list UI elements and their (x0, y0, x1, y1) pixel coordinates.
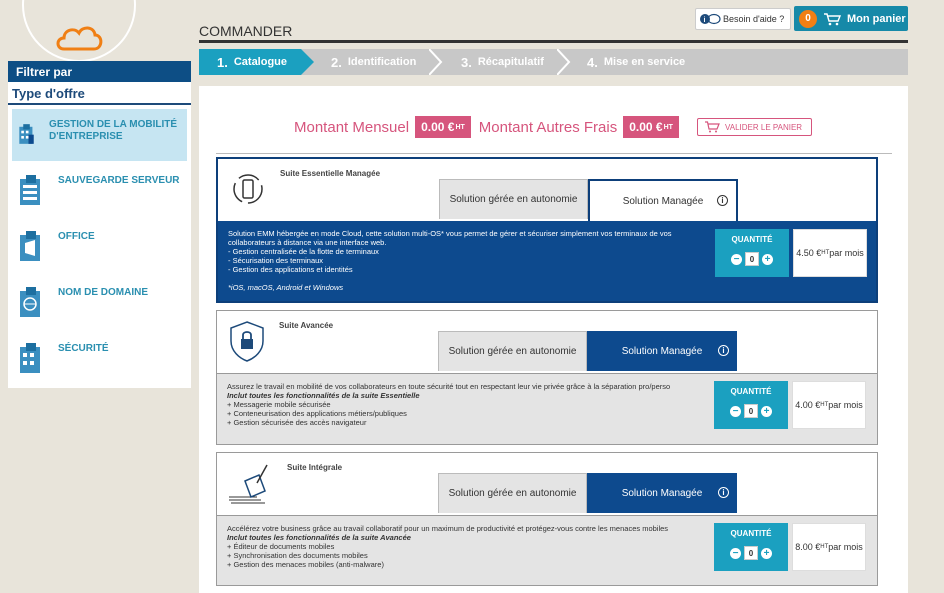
cart-button[interactable]: 0 Mon panier (794, 6, 908, 31)
product-card-avancee: Suite Avancée Solution gérée en autonomi… (216, 310, 878, 445)
step-recap[interactable]: 3. Récapitulatif (461, 49, 544, 75)
cloud-logo-icon[interactable] (54, 22, 104, 52)
sidebar-item-label: SÉCURITÉ (58, 343, 109, 354)
sidebar: Type d'offre GESTION DE LA MOBILITÉ D'EN… (8, 82, 191, 388)
help-chat-icon: i (700, 13, 721, 25)
decrement-button[interactable]: − (730, 405, 741, 417)
svg-text:i: i (704, 17, 706, 24)
sidebar-item-domain[interactable]: NOM DE DOMAINE (12, 277, 187, 329)
cart-icon (824, 12, 841, 25)
quantity-input[interactable]: 0 (744, 546, 758, 560)
product-name: Suite Essentielle Managée (280, 169, 381, 178)
tab-managed[interactable]: Solution Managée i (588, 179, 738, 221)
security-building-icon (20, 343, 40, 373)
office-building-icon (20, 231, 40, 261)
order-steps: 1. Catalogue 2. Identification 3. Récapi… (199, 49, 908, 75)
sidebar-item-mobility[interactable]: GESTION DE LA MOBILITÉ D'ENTREPRISE (12, 109, 187, 161)
product-description: Solution EMM hébergée en mode Cloud, cet… (228, 229, 672, 292)
price-box: 4.50 € HT par mois (793, 229, 867, 277)
sidebar-item-security[interactable]: SÉCURITÉ (12, 333, 187, 385)
tab-self-managed[interactable]: Solution gérée en autonomie (438, 331, 587, 371)
filter-header: Filtrer par (8, 61, 191, 82)
help-button[interactable]: i Besoin d'aide ? (695, 8, 791, 30)
offer-type-heading: Type d'offre (8, 82, 191, 105)
mobile-building-icon (19, 124, 34, 144)
step-activation[interactable]: 4. Mise en service (587, 49, 685, 75)
totals-divider (216, 153, 892, 154)
product-description: Accélérez votre business grâce au travai… (227, 524, 669, 569)
increment-button[interactable]: + (761, 405, 772, 417)
tab-managed[interactable]: Solution Managée i (587, 473, 737, 513)
totals-bar: Montant Mensuel 0.00 € HT Montant Autres … (294, 116, 687, 138)
sidebar-item-backup[interactable]: SAUVEGARDE SERVEUR (12, 165, 187, 217)
cart-icon (705, 121, 720, 133)
sidebar-item-label: NOM DE DOMAINE (58, 287, 148, 298)
product-name: Suite Avancée (279, 321, 334, 330)
product-description: Assurez le travail en mobilité de vos co… (227, 382, 671, 427)
price-box: 4.00 € HT par mois (792, 381, 866, 429)
info-icon[interactable]: i (717, 195, 728, 206)
quantity-input[interactable]: 0 (744, 404, 758, 418)
validate-cart-button[interactable]: VALIDER LE PANIER (697, 118, 812, 136)
quantity-box: QUANTITÉ − 0 + (714, 523, 788, 571)
sidebar-item-label: GESTION DE LA MOBILITÉ D'ENTREPRISE (49, 119, 178, 142)
info-icon[interactable]: i (718, 345, 729, 356)
quantity-box: QUANTITÉ − 0 + (714, 381, 788, 429)
cart-label: Mon panier (847, 12, 906, 25)
mobile-sync-icon (233, 174, 263, 204)
monthly-total-label: Montant Mensuel (294, 118, 410, 136)
info-icon[interactable]: i (718, 487, 729, 498)
step-catalogue[interactable]: 1. Catalogue (199, 49, 314, 75)
price-box: 8.00 € HT par mois (792, 523, 866, 571)
cart-count-badge: 0 (799, 9, 817, 28)
server-building-icon (20, 175, 40, 205)
decrement-button[interactable]: − (731, 253, 742, 265)
tab-self-managed[interactable]: Solution gérée en autonomie (439, 179, 588, 219)
sidebar-item-office[interactable]: OFFICE (12, 221, 187, 273)
quantity-box: QUANTITÉ − 0 + (715, 229, 789, 277)
catalogue-panel: Montant Mensuel 0.00 € HT Montant Autres … (199, 86, 908, 593)
quantity-input[interactable]: 0 (745, 252, 759, 266)
document-sign-icon (229, 464, 268, 504)
step-separator (557, 49, 571, 75)
increment-button[interactable]: + (761, 547, 772, 559)
tab-managed[interactable]: Solution Managée i (587, 331, 737, 371)
globe-building-icon (20, 287, 40, 317)
tab-self-managed[interactable]: Solution gérée en autonomie (438, 473, 587, 513)
step-separator (429, 49, 443, 75)
title-divider (199, 40, 908, 43)
product-card-integrale: Suite Intégrale Solution gérée en autono… (216, 452, 878, 586)
other-fees-value: 0.00 € HT (623, 116, 679, 138)
help-label: Besoin d'aide ? (723, 14, 785, 24)
product-card-essentielle: Suite Essentielle Managée Solution gérée… (216, 157, 878, 303)
product-name: Suite Intégrale (287, 463, 343, 472)
decrement-button[interactable]: − (730, 547, 741, 559)
step-identification[interactable]: 2. Identification (331, 49, 416, 75)
page-title: COMMANDER (199, 23, 293, 39)
other-fees-label: Montant Autres Frais (478, 118, 618, 136)
increment-button[interactable]: + (762, 253, 773, 265)
monthly-total-value: 0.00 € HT (415, 116, 471, 138)
shield-lock-icon (230, 321, 264, 362)
sidebar-item-label: SAUVEGARDE SERVEUR (58, 175, 180, 186)
sidebar-item-label: OFFICE (58, 231, 95, 242)
